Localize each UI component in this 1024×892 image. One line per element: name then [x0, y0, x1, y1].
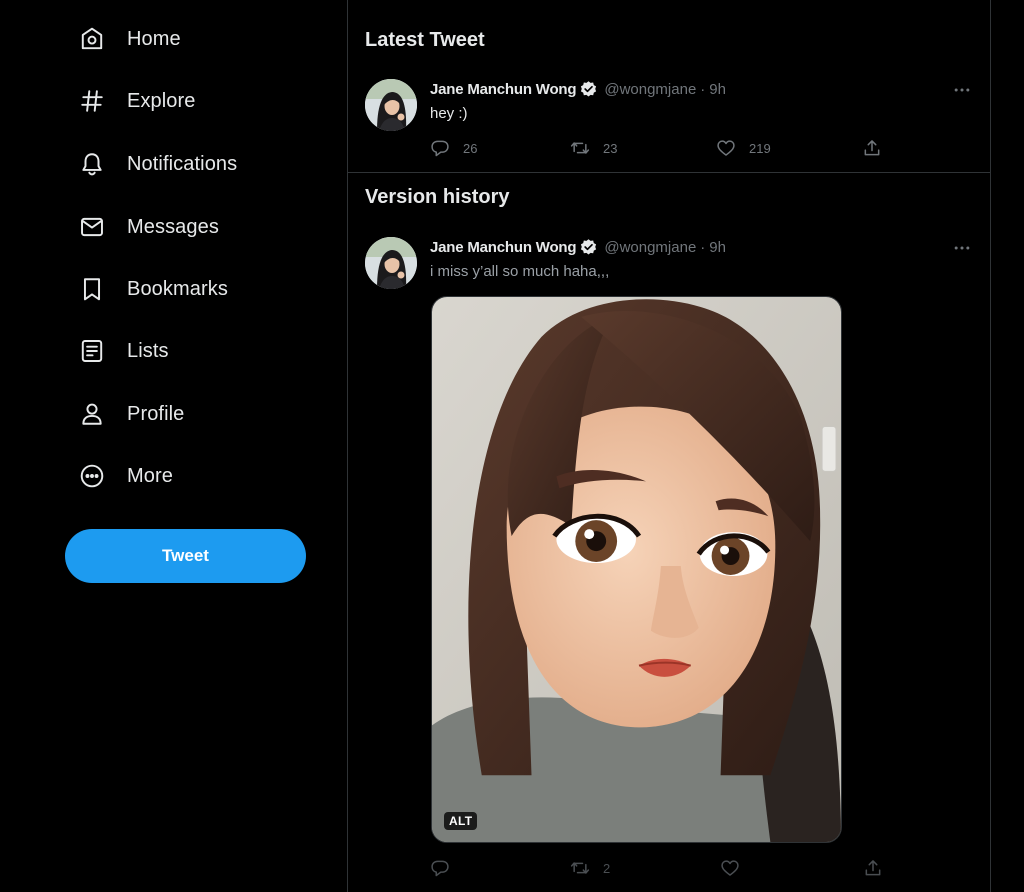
tweet-more-button[interactable]: [944, 236, 980, 260]
ellipsis-icon: [954, 246, 970, 250]
heart-icon: [717, 140, 735, 156]
list-icon: [78, 337, 106, 365]
like-button[interactable]: [720, 856, 740, 880]
sidebar-item-label: Bookmarks: [127, 277, 228, 300]
tweet-actions: 2: [430, 856, 890, 880]
header-separator: ·: [700, 239, 706, 256]
sidebar-item-label: Messages: [127, 215, 219, 238]
tweet-header: Jane Manchun Wong @wongmjane · 9h: [430, 238, 726, 257]
reply-count: 26: [463, 140, 478, 156]
header-separator: ·: [700, 81, 706, 98]
sidebar-item-label: Profile: [127, 402, 185, 425]
sidebar-item-label: Home: [127, 27, 181, 50]
tweet-text: hey :): [430, 105, 468, 122]
verified-badge-icon: [581, 81, 597, 97]
sidebar-item-explore[interactable]: Explore: [62, 77, 214, 125]
retweet-count: 2: [603, 860, 611, 876]
tweet-more-button[interactable]: [944, 78, 980, 102]
share-button[interactable]: [862, 136, 882, 160]
like-count: 219: [749, 140, 771, 156]
tweet-timestamp[interactable]: 9h: [709, 239, 726, 256]
tweet-actions: 26 23 219: [430, 136, 890, 160]
version-history-title: Version history: [365, 186, 510, 208]
more-circle-icon: [78, 462, 106, 490]
sidebar-item-label: Notifications: [127, 152, 238, 175]
avatar[interactable]: [365, 237, 417, 289]
sidebar-item-label: Lists: [127, 339, 169, 362]
retweet-button[interactable]: 2: [570, 856, 610, 880]
reply-button[interactable]: 26: [430, 136, 477, 160]
share-icon: [865, 860, 881, 876]
avatar[interactable]: [365, 79, 417, 131]
reply-icon: [431, 140, 449, 157]
tweet-text: i miss y’all so much haha,,,: [430, 263, 610, 280]
envelope-icon: [78, 213, 106, 241]
sidebar-item-notifications[interactable]: Notifications: [62, 140, 255, 188]
bell-icon: [78, 150, 106, 178]
bookmark-icon: [78, 275, 106, 303]
reply-button[interactable]: [430, 856, 450, 880]
retweet-button[interactable]: 23: [570, 136, 617, 160]
share-icon: [864, 140, 880, 156]
like-button[interactable]: 219: [716, 136, 771, 160]
sidebar-item-more[interactable]: More: [62, 452, 191, 500]
reply-icon: [431, 860, 449, 877]
retweet-icon: [570, 142, 590, 154]
person-icon: [78, 400, 106, 428]
retweet-icon: [570, 862, 590, 874]
section-divider: [348, 172, 990, 173]
alt-text-badge[interactable]: ALT: [444, 812, 478, 830]
sidebar-item-profile[interactable]: Profile: [62, 390, 202, 438]
sidebar-item-bookmarks[interactable]: Bookmarks: [62, 265, 246, 313]
author-name[interactable]: Jane Manchun Wong: [430, 81, 577, 98]
verified-badge-icon: [581, 239, 597, 255]
main-column: Latest Tweet Jane Manchun Wong @wongmjan…: [347, 0, 991, 892]
tweet-media-image[interactable]: ALT: [431, 296, 842, 843]
sidebar-item-label: More: [127, 464, 173, 487]
twitter-app: Home Explore Notifications Messages Book…: [0, 0, 1024, 892]
sidebar-nav: Home Explore Notifications Messages Book…: [0, 0, 348, 892]
tweet-button[interactable]: Tweet: [65, 529, 306, 583]
share-button[interactable]: [863, 856, 883, 880]
sidebar-item-messages[interactable]: Messages: [62, 203, 237, 251]
home-icon: [78, 25, 106, 53]
tweet-header: Jane Manchun Wong @wongmjane · 9h: [430, 80, 726, 99]
sidebar-item-label: Explore: [127, 89, 196, 112]
sidebar-item-lists[interactable]: Lists: [62, 327, 187, 375]
hashtag-icon: [78, 87, 106, 115]
author-handle[interactable]: @wongmjane: [604, 81, 696, 98]
retweet-count: 23: [603, 140, 618, 156]
latest-tweet-title: Latest Tweet: [365, 29, 485, 51]
memoji-photo: [432, 297, 841, 842]
author-name[interactable]: Jane Manchun Wong: [430, 239, 577, 256]
author-handle[interactable]: @wongmjane: [604, 239, 696, 256]
sidebar-item-home[interactable]: Home: [62, 15, 199, 63]
ellipsis-icon: [954, 88, 970, 92]
heart-icon: [721, 860, 739, 876]
tweet-timestamp[interactable]: 9h: [709, 81, 726, 98]
